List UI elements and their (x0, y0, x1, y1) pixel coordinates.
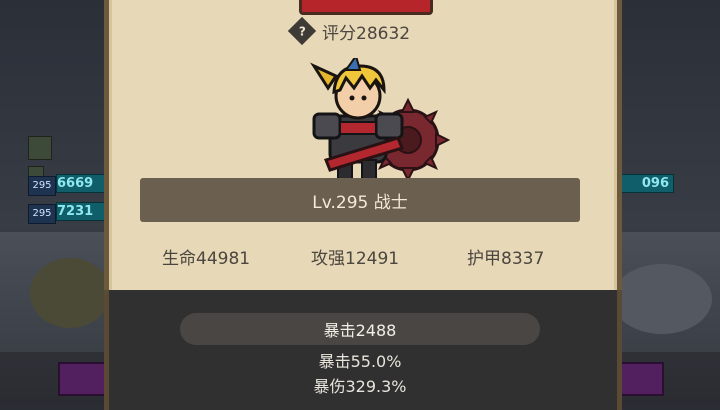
level-class-bar: Lv.295 战士 (140, 178, 580, 222)
skill-icon (28, 136, 52, 160)
crit-value-pill: 暴击2488 (180, 313, 540, 345)
score-row: ? 评分28632 (287, 16, 411, 46)
crit-damage-text: 暴伤329.3% (313, 377, 407, 396)
crit-value-text: 暴击2488 (323, 321, 397, 340)
help-icon[interactable]: ? (287, 16, 317, 46)
hp-bar: 7231 (56, 202, 106, 221)
background-monster-left (30, 258, 110, 328)
background-monster-right (612, 264, 712, 334)
level-class-text: Lv.295 战士 (312, 192, 408, 213)
level-badge: 295 (28, 176, 56, 196)
stat-armor: 护甲8337 (467, 249, 545, 269)
stat-hp: 生命44981 (162, 249, 251, 269)
crit-rate-text: 暴击55.0% (318, 352, 402, 371)
top-red-button[interactable] (299, 0, 433, 15)
hp-bar: 6669 (56, 174, 106, 193)
stat-attack: 攻强12491 (311, 249, 400, 269)
hp-bar: 096 (616, 174, 674, 193)
warrior-hero-sprite (310, 58, 450, 183)
score-text: 评分28632 (322, 23, 411, 44)
level-badge: 295 (28, 204, 56, 224)
